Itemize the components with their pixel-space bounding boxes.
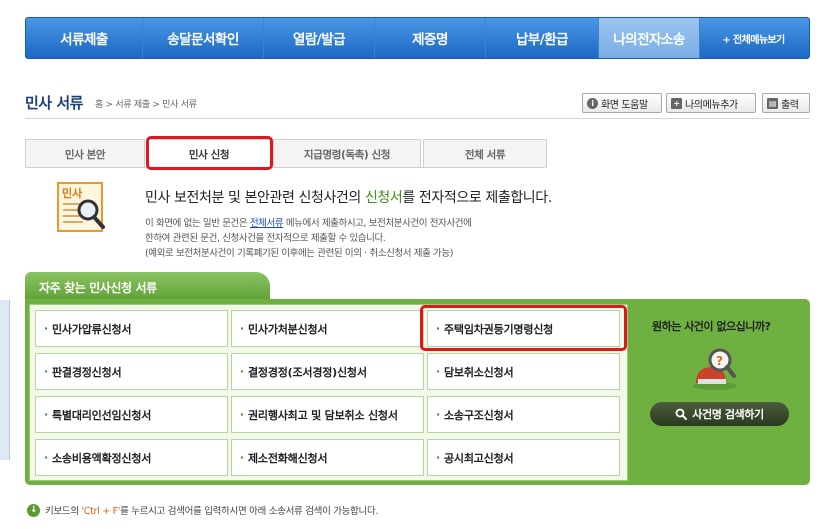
breadcrumb: 홈 > 서류 제출 > 민사 서류 bbox=[95, 100, 197, 110]
favorite-item-label: 제소전화해신청서 bbox=[247, 451, 328, 465]
favorite-item-label: 소송구조신청서 bbox=[443, 408, 514, 422]
bullet: · bbox=[240, 451, 244, 464]
folder-add-icon: + bbox=[671, 97, 682, 109]
tab-civil-main[interactable]: 민사 본안 bbox=[25, 139, 145, 168]
tab-all-documents[interactable]: 전체 서류 bbox=[423, 139, 547, 168]
title-divider bbox=[25, 118, 810, 119]
no-case-question: 원하는 사건이 없으십니까? bbox=[652, 320, 771, 333]
nav-item-payment-refund[interactable]: 납부/환급 bbox=[486, 18, 598, 58]
intro-description: 이 화면에 없는 일반 문건은 전체서류 메뉴에서 제출하시고, 보전처분사건이… bbox=[145, 216, 472, 261]
help-button-label: 화면 도움말 bbox=[601, 99, 648, 111]
favorites-title: 자주 찾는 민사신청 서류 bbox=[25, 272, 270, 302]
tab-underline bbox=[25, 167, 545, 168]
bullet: · bbox=[436, 451, 440, 464]
left-edge-decoration bbox=[0, 300, 10, 460]
nav-item-certificate[interactable]: 제증명 bbox=[375, 18, 485, 58]
svg-text:?: ? bbox=[716, 354, 723, 368]
magnifier-icon bbox=[77, 199, 105, 229]
favorite-item-label: 공시최고신청서 bbox=[443, 451, 514, 465]
favorite-item-label: 민사가압류신청서 bbox=[51, 322, 132, 336]
keyboard-hint: ↓ 키보드의 'Ctrl + F'를 누르시고 검색어를 입력하시면 아래 소송… bbox=[27, 503, 378, 517]
bullet: · bbox=[44, 322, 48, 335]
intro-line-1-post: 메뉴에서 제출하시고, 보전처분사건이 전자사건에 bbox=[283, 218, 472, 229]
print-button[interactable]: ▤ 출력 bbox=[762, 93, 810, 113]
info-icon: i bbox=[587, 97, 598, 109]
favorite-item[interactable]: · 공시최고신청서 bbox=[427, 439, 620, 476]
favorite-item-label: 민사가처분신청서 bbox=[247, 322, 328, 336]
favorite-item-label: 특별대리인선임신청서 bbox=[51, 408, 152, 422]
print-label: 출력 bbox=[781, 99, 799, 111]
favorite-item-label: 소송비용액확정신청서 bbox=[51, 451, 152, 465]
favorite-item[interactable]: · 소송구조신청서 bbox=[427, 396, 620, 433]
bullet: · bbox=[240, 365, 244, 378]
favorite-item[interactable]: · 특별대리인선임신청서 bbox=[35, 396, 228, 433]
favorite-item-label: 판결경정신청서 bbox=[51, 365, 122, 379]
case-search-illustration-icon: ? bbox=[693, 348, 737, 390]
hint-key: 'Ctrl + F' bbox=[81, 506, 121, 517]
intro-line-2: 한하여 관련된 문건, 신청사건을 전자적으로 제출할 수 있습니다. bbox=[145, 233, 386, 244]
case-search-button-label: 사건명 검색하기 bbox=[692, 408, 764, 421]
favorite-item-label: 결정경정(조서경정)신청서 bbox=[247, 365, 367, 379]
highlight-box-item bbox=[420, 305, 627, 351]
favorite-item[interactable]: · 제소전화해신청서 bbox=[231, 439, 424, 476]
case-search-button[interactable]: 사건명 검색하기 bbox=[650, 402, 789, 426]
favorite-item[interactable]: · 권리행사최고 및 담보취소 신청서 bbox=[231, 396, 424, 433]
hint-text: 키보드의 'Ctrl + F'를 누르시고 검색어를 입력하시면 아래 소송서류… bbox=[45, 503, 378, 517]
bullet: · bbox=[436, 365, 440, 378]
printer-icon: ▤ bbox=[767, 97, 778, 109]
page-title: 민사 서류 bbox=[25, 94, 83, 112]
favorite-item[interactable]: · 소송비용액확정신청서 bbox=[35, 439, 228, 476]
favorite-item[interactable]: · 민사가압류신청서 bbox=[35, 310, 228, 347]
bullet: · bbox=[240, 408, 244, 421]
intro-line-1: 이 화면에 없는 일반 문건은 전체서류 메뉴에서 제출하시고, 보전처분사건이… bbox=[145, 216, 472, 231]
bullet: · bbox=[44, 365, 48, 378]
intro-line-3: (예외로 보전처분사건이 기록폐기된 이후에는 관련된 이의 · 취소신청서 제… bbox=[145, 248, 454, 259]
nav-item-service-check[interactable]: 송달문서확인 bbox=[143, 18, 263, 58]
hint-pre: 키보드의 bbox=[45, 506, 82, 517]
bullet: · bbox=[240, 322, 244, 335]
intro-headline: 민사 보전처분 및 본안관련 신청사건의 신청서를 전자적으로 제출합니다. bbox=[145, 187, 552, 207]
intro-head-highlight: 신청서 bbox=[364, 190, 403, 206]
top-navigation: 서류제출 송달문서확인 열람/발급 제증명 납부/환급 나의전자소송 + 전체메… bbox=[25, 17, 810, 59]
favorite-item-label: 권리행사최고 및 담보취소 신청서 bbox=[247, 408, 398, 422]
nav-item-view-issue[interactable]: 열람/발급 bbox=[264, 18, 374, 58]
highlight-box-tab bbox=[146, 136, 273, 170]
add-menu-button[interactable]: + 나의메뉴추가 bbox=[666, 93, 756, 113]
search-icon bbox=[675, 408, 688, 420]
bullet: · bbox=[44, 451, 48, 464]
intro-head-text-end: 를 전자적으로 제출합니다. bbox=[402, 190, 552, 206]
add-menu-label: 나의메뉴추가 bbox=[685, 99, 738, 111]
favorite-item[interactable]: · 판결경정신청서 bbox=[35, 353, 228, 390]
bullet: · bbox=[44, 408, 48, 421]
nav-item-my-e-litigation[interactable]: 나의전자소송 bbox=[599, 18, 699, 58]
nav-item-submit[interactable]: 서류제출 bbox=[26, 18, 142, 58]
tab-bar: 민사 본안 민사 신청 지급명령(독촉) 신청 전체 서류 bbox=[25, 139, 549, 168]
help-button[interactable]: i 화면 도움말 bbox=[582, 93, 662, 113]
intro-line-1-pre: 이 화면에 없는 일반 문건은 bbox=[145, 218, 250, 229]
down-arrow-icon: ↓ bbox=[27, 503, 40, 517]
favorite-item[interactable]: · 민사가처분신청서 bbox=[231, 310, 424, 347]
bullet: · bbox=[436, 408, 440, 421]
favorite-item[interactable]: · 결정경정(조서경정)신청서 bbox=[231, 353, 424, 390]
nav-all-menu-button[interactable]: + 전체메뉴보기 bbox=[700, 18, 807, 58]
hint-post: 를 누르시고 검색어를 입력하시면 아래 소송서류 검색이 가능합니다. bbox=[120, 506, 379, 517]
tab-payment-order[interactable]: 지급명령(독촉) 신청 bbox=[273, 139, 421, 168]
intro-head-text: 민사 보전처분 및 본안관련 신청사건의 bbox=[145, 190, 365, 206]
favorite-item[interactable]: · 담보취소신청서 bbox=[427, 353, 620, 390]
favorite-item-label: 담보취소신청서 bbox=[443, 365, 514, 379]
all-documents-link[interactable]: 전체서류 bbox=[250, 218, 284, 229]
